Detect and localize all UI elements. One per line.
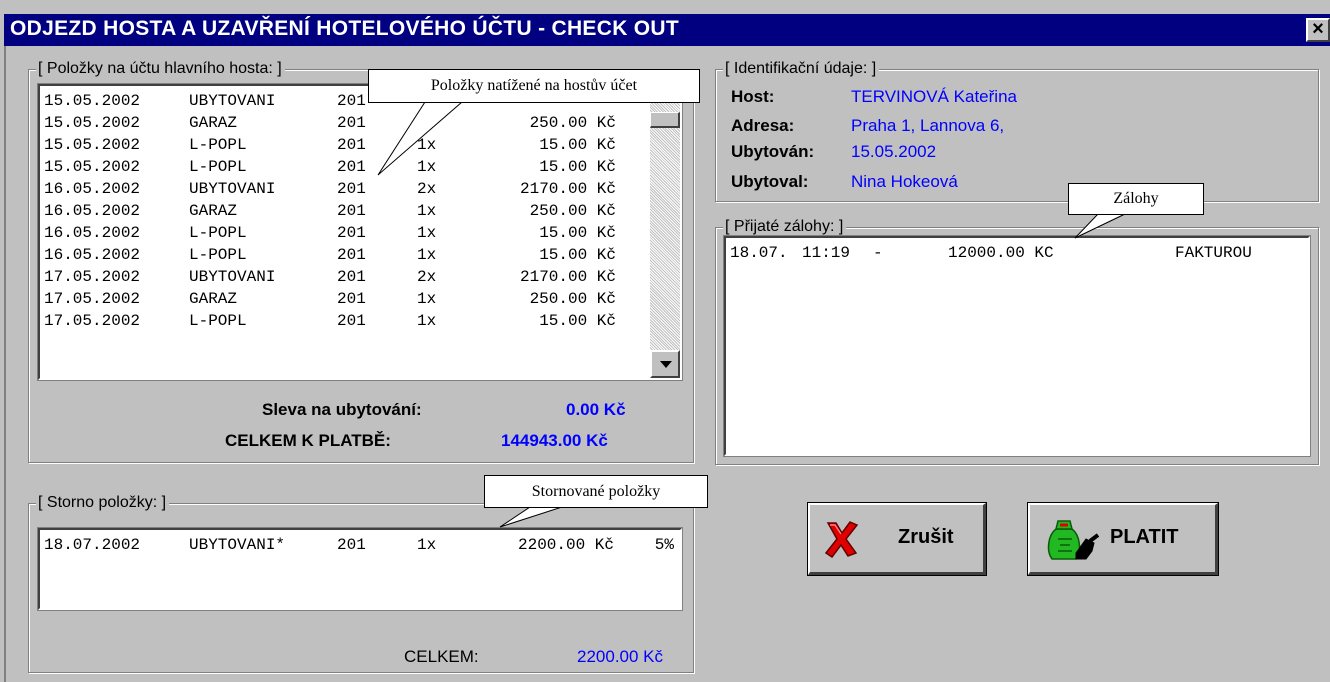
checkout-window: ODJEZD HOSTA A UZAVŘENÍ HOTELOVÉHO ÚČTU … [0,0,1330,682]
callout-deposits: Zálohy [1068,183,1204,215]
callout-storno-items: Stornované položky [484,475,708,508]
callout-account-items: Položky natížené na hostův účet [368,69,700,103]
